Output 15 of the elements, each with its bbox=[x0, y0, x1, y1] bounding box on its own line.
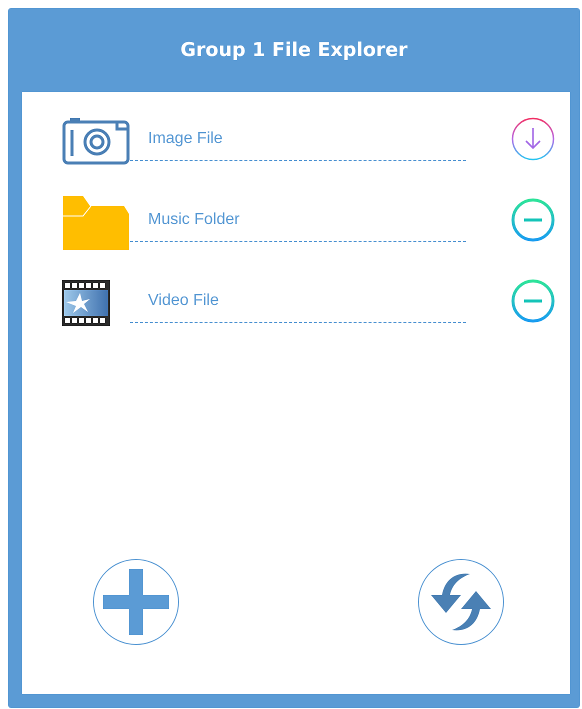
plus-icon bbox=[103, 569, 169, 635]
download-icon bbox=[511, 117, 555, 161]
camera-icon bbox=[62, 117, 130, 165]
remove-button[interactable] bbox=[511, 279, 555, 323]
folder-icon bbox=[62, 194, 130, 250]
refresh-icon bbox=[428, 573, 494, 631]
file-entry[interactable]: Video File bbox=[130, 280, 466, 323]
file-entry[interactable]: Music Folder bbox=[130, 199, 466, 242]
film-strip-icon bbox=[62, 280, 110, 326]
minus-circle-icon bbox=[511, 198, 555, 242]
remove-button[interactable] bbox=[511, 198, 555, 242]
file-entry[interactable]: Image File bbox=[130, 118, 466, 161]
minus-circle-icon bbox=[511, 279, 555, 323]
download-button[interactable] bbox=[511, 117, 555, 161]
window-title: Group 1 File Explorer bbox=[180, 39, 408, 61]
